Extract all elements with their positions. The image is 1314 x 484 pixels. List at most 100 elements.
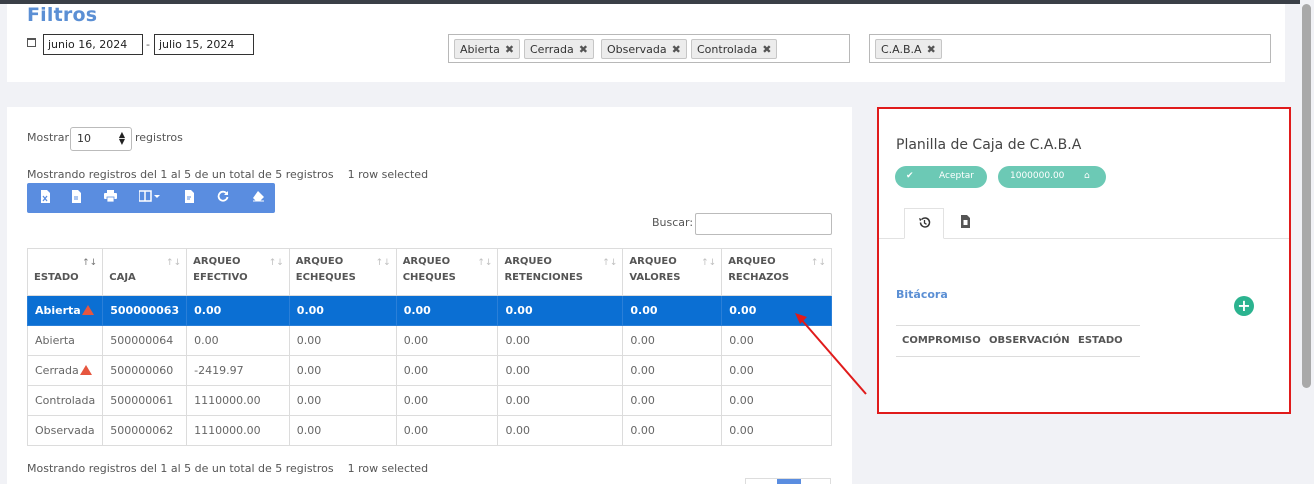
cell-echeques: 0.00 bbox=[288, 385, 397, 416]
accept-label: Aceptar bbox=[939, 171, 974, 181]
remove-tag-icon[interactable]: ✖ bbox=[505, 43, 514, 56]
col-observacion[interactable]: OBSERVACIÓN bbox=[989, 335, 1070, 346]
table-header-row: ESTADO ↑↓ CAJA ↑↓ ARQUEO EFECTIVO ↑↓ ARQUEO E… bbox=[26, 248, 832, 296]
header-label: ARQUEO bbox=[629, 256, 677, 267]
cell-caja: 500000060 bbox=[102, 355, 188, 386]
cell-echeques: 0.00 bbox=[288, 355, 397, 386]
header-label: CHEQUES bbox=[402, 272, 456, 283]
table-row[interactable]: Controlada 500000061 1110000.00 0.00 0.0… bbox=[26, 385, 832, 416]
header-label: ARQUEO bbox=[728, 256, 776, 267]
region-filter-box[interactable]: C.A.B.A ✖ bbox=[869, 34, 1271, 63]
cell-echeques: 0.00 bbox=[288, 415, 397, 446]
warning-icon bbox=[79, 365, 92, 375]
sort-icon: ↑↓ bbox=[477, 258, 493, 268]
history-icon[interactable] bbox=[904, 208, 944, 239]
pagination[interactable] bbox=[745, 478, 831, 484]
cell-retenciones: 0.00 bbox=[497, 385, 624, 416]
document-icon[interactable] bbox=[947, 208, 983, 239]
cell-retenciones: 0.00 bbox=[497, 415, 624, 446]
cell-valores: 0.00 bbox=[622, 385, 723, 416]
excel-icon[interactable] bbox=[38, 190, 52, 206]
sort-icon: ↑↓ bbox=[701, 258, 717, 268]
calendar-icon[interactable] bbox=[27, 38, 36, 47]
cell-caja: 500000063 bbox=[102, 295, 188, 326]
cell-efectivo: 0.00 bbox=[186, 325, 290, 356]
table-row[interactable]: Abierta 500000063 0.00 0.00 0.00 0.00 0.… bbox=[26, 295, 832, 326]
cell-retenciones: 0.00 bbox=[497, 355, 624, 386]
table-info-top: Mostrando registros del 1 al 5 de un tot… bbox=[27, 168, 428, 181]
header-label: ECHEQUES bbox=[295, 272, 356, 283]
tag-label: Cerrada bbox=[530, 43, 574, 56]
table-row[interactable]: Cerrada 500000060 -2419.97 0.00 0.00 0.0… bbox=[26, 355, 832, 386]
date-from-input[interactable]: junio 16, 2024 bbox=[43, 34, 143, 55]
sort-icon: ↑↓ bbox=[810, 258, 826, 268]
accept-button[interactable]: ✔ Aceptar bbox=[895, 166, 987, 188]
amount-button[interactable]: 1000000.00 ⌂ bbox=[998, 166, 1106, 188]
table-row[interactable]: Abierta 500000064 0.00 0.00 0.00 0.00 0.… bbox=[26, 325, 832, 356]
status-tag-controlada: Controlada ✖ bbox=[691, 39, 778, 59]
sort-icon: ↑↓ bbox=[166, 258, 182, 268]
search-input[interactable] bbox=[695, 213, 832, 235]
col-estado[interactable]: ESTADO ↑↓ bbox=[26, 248, 104, 296]
tag-label: Controlada bbox=[697, 43, 758, 56]
col-arqueo-valores[interactable]: ARQUEO VALORES ↑↓ bbox=[622, 248, 723, 296]
filters-card: Filtros junio 16, 2024 - julio 15, 2024 … bbox=[7, 4, 1285, 82]
col-caja[interactable]: CAJA ↑↓ bbox=[102, 248, 188, 296]
export-toolbar bbox=[27, 183, 275, 213]
estado-text: Cerrada bbox=[35, 364, 79, 377]
col-arqueo-efectivo[interactable]: ARQUEO EFECTIVO ↑↓ bbox=[186, 248, 290, 296]
status-filter-box[interactable]: Abierta ✖ Cerrada ✖ Observada ✖ Controlada ✖ bbox=[448, 34, 850, 63]
registers-card: Mostrar 10 ▲ ▼ registros Mostrando regist… bbox=[7, 107, 852, 484]
refresh-icon[interactable] bbox=[216, 190, 230, 206]
cell-retenciones: 0.00 bbox=[497, 325, 624, 356]
select-arrows-icon: ▲ ▼ bbox=[118, 130, 125, 146]
header-label: RECHAZOS bbox=[728, 272, 790, 283]
col-compromiso[interactable]: COMPROMISO bbox=[902, 335, 981, 346]
cash-registers-table: ESTADO ↑↓ CAJA ↑↓ ARQUEO EFECTIVO ↑↓ ARQUEO E… bbox=[26, 248, 832, 446]
remove-tag-icon[interactable]: ✖ bbox=[672, 43, 681, 56]
cell-valores: 0.00 bbox=[622, 355, 723, 386]
cell-valores: 0.00 bbox=[622, 295, 723, 326]
show-label: Mostrar bbox=[27, 131, 70, 144]
col-arqueo-echeques[interactable]: ARQUEO ECHEQUES ↑↓ bbox=[288, 248, 397, 296]
cell-rechazos: 0.00 bbox=[721, 355, 832, 386]
page-size-select[interactable]: 10 ▲ ▼ bbox=[70, 127, 132, 151]
csv-icon[interactable] bbox=[69, 190, 83, 206]
eraser-icon[interactable] bbox=[251, 190, 265, 206]
col-estado[interactable]: ESTADO bbox=[1078, 335, 1123, 346]
columns-icon[interactable] bbox=[137, 190, 163, 206]
cell-caja: 500000061 bbox=[102, 385, 188, 416]
cell-cheques: 0.00 bbox=[395, 355, 499, 386]
header-label: ARQUEO bbox=[295, 256, 344, 267]
scrollbar-thumb[interactable] bbox=[1302, 4, 1311, 388]
header-label: ARQUEO bbox=[402, 256, 451, 267]
selected-text: 1 row selected bbox=[347, 462, 429, 475]
log-table-header: COMPROMISO OBSERVACIÓN ESTADO bbox=[896, 325, 1140, 357]
cell-valores: 0.00 bbox=[622, 325, 723, 356]
cell-cheques: 0.00 bbox=[395, 325, 499, 356]
table-row[interactable]: Observada 500000062 1110000.00 0.00 0.00… bbox=[26, 415, 832, 446]
remove-tag-icon[interactable]: ✖ bbox=[762, 43, 771, 56]
cell-efectivo: 0.00 bbox=[186, 295, 290, 326]
col-arqueo-retenciones[interactable]: ARQUEO RETENCIONES ↑↓ bbox=[497, 248, 624, 296]
page-size-value: 10 bbox=[77, 132, 91, 145]
header-label: EFECTIVO bbox=[193, 272, 248, 283]
date-to-input[interactable]: julio 15, 2024 bbox=[154, 34, 254, 55]
col-arqueo-cheques[interactable]: ARQUEO CHEQUES ↑↓ bbox=[395, 248, 499, 296]
tag-label: C.A.B.A bbox=[881, 43, 922, 56]
pdf-icon[interactable] bbox=[182, 190, 196, 206]
print-icon[interactable] bbox=[103, 190, 117, 206]
warning-icon bbox=[81, 305, 94, 315]
active-page[interactable] bbox=[777, 479, 801, 484]
estado-text: Abierta bbox=[35, 304, 81, 317]
remove-tag-icon[interactable]: ✖ bbox=[579, 43, 588, 56]
remove-tag-icon[interactable]: ✖ bbox=[927, 43, 936, 56]
sort-icon: ↑↓ bbox=[268, 258, 284, 268]
header-label: RETENCIONES bbox=[504, 272, 583, 283]
header-label: VALORES bbox=[629, 272, 681, 283]
info-text: Mostrando registros del 1 al 5 de un tot… bbox=[27, 168, 334, 181]
add-button[interactable]: + bbox=[1234, 296, 1254, 316]
cell-rechazos: 0.00 bbox=[721, 415, 832, 446]
col-arqueo-rechazos[interactable]: ARQUEO RECHAZOS ↑↓ bbox=[721, 248, 832, 296]
cell-caja: 500000064 bbox=[102, 325, 188, 356]
